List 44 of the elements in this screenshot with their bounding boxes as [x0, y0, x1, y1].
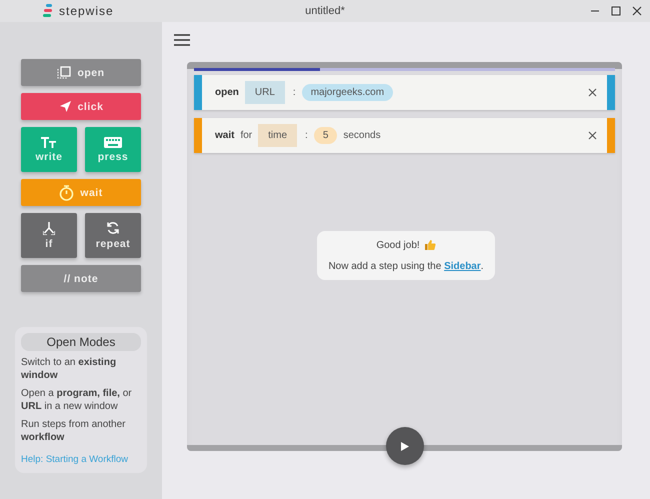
help-title: Open Modes [21, 333, 141, 351]
stopwatch-icon [59, 184, 74, 200]
play-button[interactable] [386, 427, 424, 465]
message-title: Good job! [376, 240, 420, 250]
branch-icon [43, 222, 55, 234]
app-name: stepwise [59, 4, 114, 18]
help-text: Open a program, file, or URL in a new window [21, 387, 133, 413]
press-step-button[interactable]: press [85, 127, 141, 172]
window-icon [57, 66, 72, 79]
if-step-button[interactable]: if [21, 213, 77, 258]
separator-text: : [292, 87, 296, 98]
maximize-icon[interactable] [611, 6, 621, 16]
open-step-button[interactable]: open [21, 59, 141, 86]
text-size-icon [41, 136, 57, 148]
window-title: untitled* [305, 5, 345, 17]
play-icon [401, 442, 409, 450]
message-text: Now add a step using the Sidebar. [327, 261, 485, 272]
field-type-selector[interactable]: URL [244, 81, 285, 104]
close-icon[interactable] [588, 131, 597, 140]
help-text: Run steps from another workflow [21, 418, 126, 444]
step-text: for [240, 130, 252, 141]
logo-icon [43, 4, 53, 18]
refresh-icon [106, 221, 120, 235]
value-pill[interactable]: majorgeeks.com [302, 84, 394, 101]
keyboard-icon [104, 136, 122, 148]
step-verb: open [215, 87, 239, 98]
help-text: Switch to an existing window [21, 356, 118, 382]
step-card[interactable]: open URL : majorgeeks.com [194, 75, 615, 110]
step-text: seconds [343, 130, 381, 141]
thumbs-up-icon [424, 239, 436, 251]
step-verb: wait [215, 130, 234, 141]
value-pill[interactable]: 5 [314, 127, 338, 144]
step-card[interactable]: wait for time : 5 seconds [194, 118, 615, 153]
note-step-button[interactable]: // note [21, 265, 141, 292]
menu-icon[interactable] [174, 34, 190, 46]
separator-text: : [305, 130, 308, 141]
write-step-button[interactable]: write [21, 127, 77, 172]
close-icon[interactable] [632, 6, 642, 16]
repeat-step-button[interactable]: repeat [85, 213, 141, 258]
click-step-button[interactable]: click [21, 93, 141, 120]
field-type-selector[interactable]: time [258, 124, 298, 147]
cursor-arrow-icon [58, 100, 72, 113]
close-icon[interactable] [588, 88, 597, 97]
sidebar-link[interactable]: Sidebar [444, 261, 481, 272]
